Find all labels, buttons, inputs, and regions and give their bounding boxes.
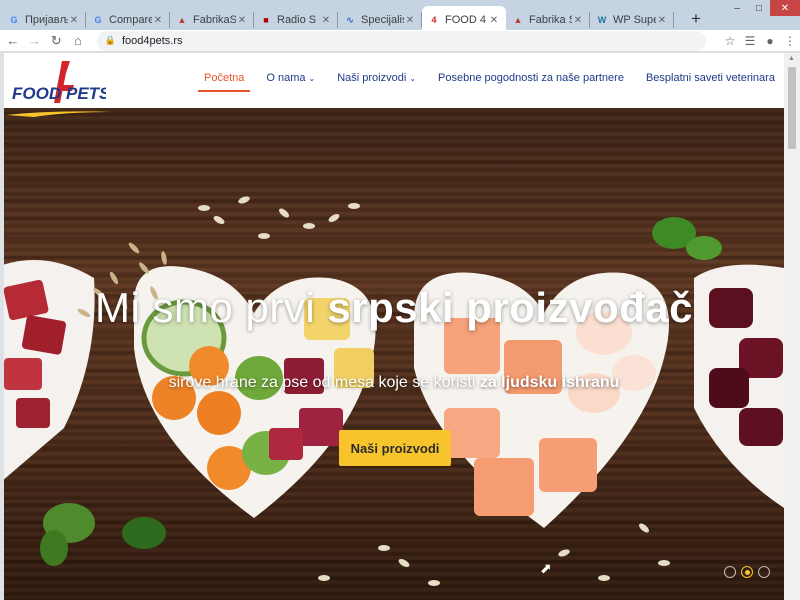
tab-title: Radio S C <box>277 14 320 26</box>
tab-title: FabrikaSajtov <box>193 14 236 26</box>
tab-title: WP Super Ca <box>613 14 656 26</box>
browser-toolbar: ← → ↻ ⌂ 🔒 food4pets.rs ☆ ☰ ● ⋮ <box>0 30 800 52</box>
toolbar-actions: ☆ ☰ ● ⋮ <box>720 32 800 50</box>
profile-icon[interactable]: ● <box>760 32 780 50</box>
hero-slider: Mi smo prvi srpski proizvođač sirove hra… <box>4 108 784 600</box>
google-icon: G <box>10 15 18 25</box>
page-scrollbar[interactable]: ▲ <box>784 53 800 600</box>
hero-food-image <box>4 196 784 586</box>
close-tab-icon[interactable]: ✕ <box>320 15 332 26</box>
tab-title: Пријављивање <box>25 14 68 26</box>
slider-dot[interactable] <box>724 566 736 578</box>
google-icon: G <box>94 15 102 25</box>
hero-subline: sirove hrane za pse od mesa koje se kori… <box>4 374 784 392</box>
nav-item[interactable]: Posebne pogodnosti za naše partnere <box>438 72 624 84</box>
svg-text:FOOD: FOOD <box>12 84 61 103</box>
home-icon[interactable]: ⌂ <box>69 32 87 50</box>
lock-icon: 🔒 <box>104 35 116 45</box>
scrollbar-thumb[interactable] <box>788 67 796 149</box>
headline-light-text: Mi smo prvi <box>95 284 328 331</box>
nav-item[interactable]: O nama ⌄ <box>266 72 315 84</box>
wordpress-icon: W <box>597 15 607 25</box>
tab-title: Compare Tre <box>109 14 152 26</box>
svg-text:PETS: PETS <box>66 84 106 103</box>
main-navigation: Početna O nama ⌄ Naši proizvodi ⌄ Posebne pog… <box>197 72 784 92</box>
back-icon[interactable]: ← <box>4 32 22 50</box>
close-tab-icon[interactable]: ✕ <box>488 15 500 26</box>
food4pets-logo[interactable]: FOOD PETS <box>10 59 111 109</box>
headline-bold-text: srpski proizvođač <box>327 284 693 331</box>
close-tab-icon[interactable]: ✕ <box>152 15 164 26</box>
window-controls: – □ ✕ <box>726 0 800 16</box>
new-tab-button[interactable]: + <box>686 9 706 29</box>
web-page: FOOD PETS Početna O nama ⌄ Naši proizvodi ⌄ P… <box>4 53 784 600</box>
chevron-down-icon: ⌄ <box>409 74 417 83</box>
close-window-icon[interactable]: ✕ <box>770 0 800 16</box>
media-queue-icon[interactable]: ☰ <box>740 32 760 50</box>
maximize-icon[interactable]: □ <box>748 0 770 16</box>
close-tab-icon[interactable]: ✕ <box>68 15 80 26</box>
tab-title: Fabrika Sajto <box>529 14 572 26</box>
scroll-up-icon[interactable]: ▲ <box>788 55 795 62</box>
bookmark-star-icon[interactable]: ☆ <box>720 32 740 50</box>
close-tab-icon[interactable]: ✕ <box>572 15 584 26</box>
tab-title: Specijalističk <box>361 14 404 26</box>
close-tab-icon[interactable]: ✕ <box>236 15 248 26</box>
slider-dot[interactable] <box>758 566 770 578</box>
nav-item-label: Naši proizvodi <box>337 72 407 84</box>
hero-headline: Mi smo prvi srpski proizvođač <box>4 284 784 332</box>
nav-item-label: Početna <box>204 72 245 84</box>
mouse-cursor-icon: ⬈ <box>540 560 552 576</box>
radio-icon: ■ <box>263 15 269 25</box>
food4pets-icon: 4 <box>431 15 437 25</box>
tab-title: FOOD 4 PETS <box>445 14 488 26</box>
tab-strip: GПријављивање✕GCompare Tre✕▲FabrikaSajto… <box>0 0 800 34</box>
reload-icon[interactable]: ↻ <box>47 32 65 50</box>
subline-bold-text: za ljudsku ishranu <box>479 374 620 391</box>
nav-item-label: Posebne pogodnosti za naše partnere <box>438 72 624 84</box>
slider-dots <box>724 566 770 578</box>
tab-separator <box>673 12 674 28</box>
nav-item[interactable]: Besplatni saveti veterinara <box>646 72 775 84</box>
url-text: food4pets.rs <box>121 34 183 47</box>
spec-icon: ∿ <box>346 15 354 25</box>
products-cta-button[interactable]: Naši proizvodi <box>339 430 451 466</box>
nav-item-label: Besplatni saveti veterinara <box>645 72 775 84</box>
nav-item[interactable]: Naši proizvodi ⌄ <box>337 72 416 84</box>
fabrika-icon: ▲ <box>177 15 187 25</box>
address-bar[interactable]: 🔒 food4pets.rs <box>96 30 707 51</box>
browser-window: GПријављивање✕GCompare Tre✕▲FabrikaSajto… <box>0 0 800 600</box>
site-header: FOOD PETS Početna O nama ⌄ Naši proizvodi ⌄ P… <box>4 53 784 108</box>
close-tab-icon[interactable]: ✕ <box>656 15 668 26</box>
fabrika-icon: ▲ <box>513 15 523 25</box>
nav-item-label: O nama <box>266 72 306 84</box>
chevron-down-icon: ⌄ <box>308 74 316 83</box>
minimize-icon[interactable]: – <box>726 0 748 16</box>
subline-light-text: sirove hrane za pse od mesa koje se kori… <box>168 374 480 391</box>
menu-icon[interactable]: ⋮ <box>780 32 800 50</box>
headline-underline-accent <box>6 111 112 117</box>
forward-icon[interactable]: → <box>26 32 44 50</box>
slider-dot[interactable] <box>741 566 753 578</box>
close-tab-icon[interactable]: ✕ <box>404 15 416 26</box>
nav-item[interactable]: Početna <box>197 72 251 92</box>
